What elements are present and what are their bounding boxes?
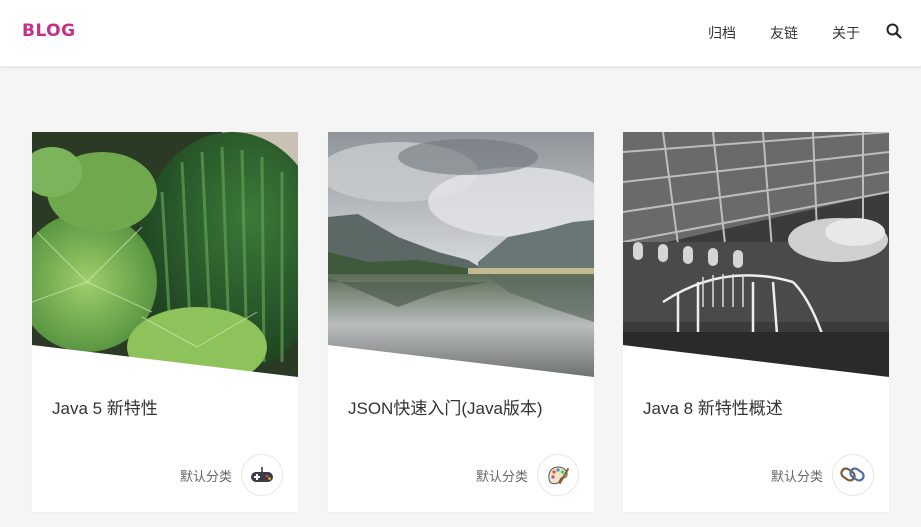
site-logo[interactable]: BLOG [22, 21, 76, 41]
post-title[interactable]: Java 5 新特性 [52, 394, 158, 419]
nav-item-archive[interactable]: 归档 [708, 23, 736, 43]
nav-item-about[interactable]: 关于 [832, 23, 860, 43]
palette-icon[interactable] [537, 454, 579, 496]
gamepad-icon[interactable] [241, 454, 283, 496]
post-category[interactable]: 默认分类 [180, 466, 232, 485]
search-icon[interactable] [886, 23, 902, 39]
post-category[interactable]: 默认分类 [476, 466, 528, 485]
post-card[interactable]: Java 5 新特性 默认分类 [32, 132, 298, 512]
post-cover-image[interactable] [328, 132, 594, 377]
post-card[interactable]: Java 8 新特性概述 默认分类 [623, 132, 889, 512]
site-header: BLOG 归档 友链 关于 [0, 0, 921, 67]
post-category[interactable]: 默认分类 [771, 466, 823, 485]
post-title[interactable]: Java 8 新特性概述 [643, 394, 783, 419]
post-cover-image[interactable] [623, 132, 889, 377]
post-cover-image[interactable] [32, 132, 298, 377]
post-title[interactable]: JSON快速入门(Java版本) [348, 394, 543, 419]
chain-link-icon[interactable] [832, 454, 874, 496]
post-card[interactable]: JSON快速入门(Java版本) 默认分类 [328, 132, 594, 512]
nav-item-links[interactable]: 友链 [770, 23, 798, 43]
